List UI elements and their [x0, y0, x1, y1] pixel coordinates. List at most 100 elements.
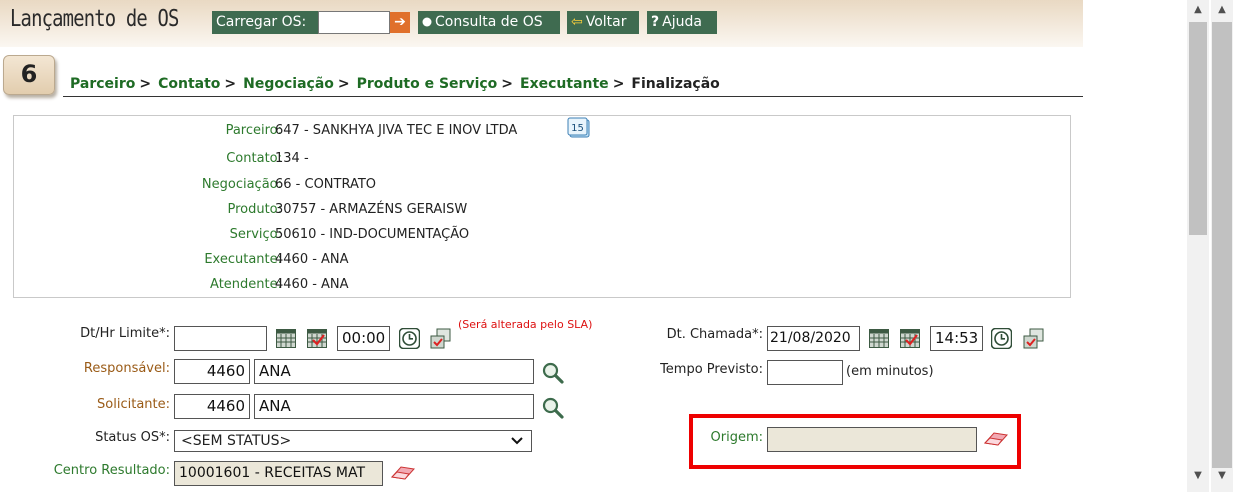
summary-value: 134 - [275, 151, 309, 166]
summary-row-negociacao: Negociação: 66 - CONTRATO [14, 177, 1072, 197]
dt-limite-time-value: 00:00 [342, 329, 386, 347]
chevron-down-icon [511, 431, 523, 457]
back-button[interactable]: ⇦ Voltar [567, 11, 639, 34]
summary-row-executante: Executante: 4460 - ANA [14, 252, 1072, 272]
centro-resultado-label: Centro Resultado: [53, 463, 170, 478]
back-label: Voltar [585, 14, 627, 30]
summary-label: Executante: [204, 252, 282, 267]
inner-scroll-thumb[interactable] [1189, 22, 1207, 235]
eraser-icon[interactable] [983, 430, 1009, 452]
scroll-up-icon[interactable]: ▲ [1211, 4, 1233, 21]
help-label: Ajuda [662, 14, 702, 30]
scroll-down-icon[interactable]: ▼ [1187, 470, 1209, 487]
solicitante-code-input[interactable]: 4460 [174, 394, 250, 419]
sla-note: (Será alterada pelo SLA) [458, 318, 593, 331]
solicitante-name-input[interactable]: ANA [254, 394, 534, 419]
arrow-right-icon: ➔ [394, 14, 406, 30]
calendar-grid-icon[interactable] [869, 329, 889, 352]
summary-label: Parceiro: [225, 123, 282, 138]
breadcrumb-separator: > [501, 76, 514, 92]
breadcrumb-separator: > [612, 76, 625, 92]
summary-label: Atendente: [210, 277, 282, 292]
summary-row-contato: Contato: 134 - [14, 151, 1072, 171]
search-icon[interactable] [541, 396, 565, 424]
consult-os-label: Consulta de OS [435, 14, 543, 30]
solicitante-code-value: 4460 [206, 397, 245, 415]
summary-value: 4460 - ANA [275, 277, 349, 292]
breadcrumb-separator: > [139, 76, 152, 92]
clock-icon[interactable] [990, 327, 1013, 353]
calendar-grid-icon[interactable] [276, 329, 296, 352]
breadcrumb-contato[interactable]: Contato [158, 76, 220, 92]
status-os-value: <SEM STATUS> [181, 433, 292, 449]
centro-resultado-input[interactable]: 10001601 - RECEITAS MAT [174, 461, 383, 486]
breadcrumb-separator: > [224, 76, 237, 92]
breadcrumb-parceiro[interactable]: Parceiro [70, 76, 135, 92]
dt-chamada-time-input[interactable]: 14:53 [930, 326, 983, 351]
clock-icon[interactable] [398, 327, 421, 353]
tempo-unit-label: (em minutos) [846, 364, 934, 379]
summary-row-produto: Produto: 30757 - ARMAZÉNS GERAISW [14, 202, 1072, 222]
summary-value: 50610 - IND-DOCUMENTAÇÃO [275, 227, 470, 242]
load-os-go-button[interactable]: ➔ [390, 12, 410, 33]
summary-row-servico: Serviço: 50610 - IND-DOCUMENTAÇÃO [14, 227, 1072, 247]
responsavel-code-input[interactable]: 4460 [174, 359, 250, 384]
breadcrumb-executante[interactable]: Executante [520, 76, 609, 92]
dt-chamada-input[interactable]: 21/08/2020 [767, 326, 860, 351]
page-scroll-thumb[interactable] [1212, 22, 1232, 468]
header-bar: Lançamento de OS Carregar OS: ➔ Consulta… [0, 0, 1083, 47]
dt-limite-time-input[interactable]: 00:00 [337, 326, 390, 351]
calendar-check-icon[interactable] [900, 329, 920, 352]
responsavel-label: Responsável: [83, 361, 170, 376]
help-button[interactable]: ? Ajuda [647, 11, 717, 34]
arrow-left-icon: ⇦ [571, 14, 583, 30]
dt-limite-label: Dt/Hr Limite*: [80, 326, 170, 341]
question-icon: ? [651, 14, 660, 30]
breadcrumb-divider [63, 96, 1083, 97]
breadcrumb-negociacao[interactable]: Negociação [243, 76, 334, 92]
responsavel-name-value: ANA [259, 362, 291, 380]
copy-datetime-icon[interactable] [1023, 328, 1045, 354]
solicitante-name-value: ANA [259, 397, 291, 415]
origem-label: Origem: [710, 430, 763, 445]
page-scrollbar[interactable]: ▲ ▼ [1211, 0, 1233, 492]
scroll-up-icon[interactable]: ▲ [1187, 4, 1209, 21]
summary-value: 30757 - ARMAZÉNS GERAISW [275, 202, 468, 217]
breadcrumb-produto-servico[interactable]: Produto e Serviço [357, 76, 498, 92]
summary-row-parceiro: Parceiro: 647 - SANKHYA JIVA TEC E INOV … [14, 117, 1072, 143]
dt-chamada-time-value: 14:53 [935, 329, 979, 347]
load-os-label-text: Carregar OS: [216, 14, 307, 30]
solicitante-label: Solicitante: [97, 397, 170, 412]
dt-limite-input[interactable] [174, 326, 267, 351]
dt-chamada-value: 21/08/2020 [770, 330, 851, 346]
dt-chamada-label: Dt. Chamada*: [666, 327, 763, 342]
status-os-select[interactable]: <SEM STATUS> [174, 430, 532, 452]
summary-label: Produto: [227, 202, 282, 217]
responsavel-name-input[interactable]: ANA [254, 359, 534, 384]
copy-datetime-icon[interactable] [430, 328, 452, 354]
search-icon[interactable] [541, 361, 565, 389]
app-title: Lançamento de OS [10, 6, 179, 32]
eraser-icon[interactable] [390, 464, 416, 486]
consult-os-button[interactable]: Consulta de OS [418, 11, 560, 34]
inner-scrollbar[interactable]: ▲ ▼ [1187, 0, 1209, 492]
status-os-label: Status OS*: [95, 430, 170, 445]
calendar-check-icon[interactable] [307, 329, 327, 352]
summary-row-atendente: Atendente: 4460 - ANA [14, 277, 1072, 297]
calendar-icon[interactable]: 15 [567, 117, 591, 139]
tempo-previsto-input[interactable] [767, 360, 843, 385]
summary-value: 66 - CONTRATO [275, 177, 377, 192]
breadcrumb-separator: > [337, 76, 350, 92]
origem-input[interactable] [767, 427, 977, 452]
summary-value: 647 - SANKHYA JIVA TEC E INOV LTDA [275, 123, 518, 138]
centro-resultado-value: 10001601 - RECEITAS MAT [179, 465, 366, 481]
summary-value: 4460 - ANA [275, 252, 349, 267]
bullet-icon [422, 17, 432, 27]
load-os-input[interactable] [318, 11, 390, 34]
summary-label: Contato: [226, 151, 282, 166]
breadcrumb: Parceiro > Contato > Negociação > Produto e Se… [70, 76, 720, 92]
tempo-previsto-label: Tempo Previsto: [660, 362, 763, 377]
responsavel-code-value: 4460 [206, 362, 245, 380]
summary-label: Negociação: [201, 177, 282, 192]
scroll-down-icon[interactable]: ▼ [1211, 470, 1233, 487]
